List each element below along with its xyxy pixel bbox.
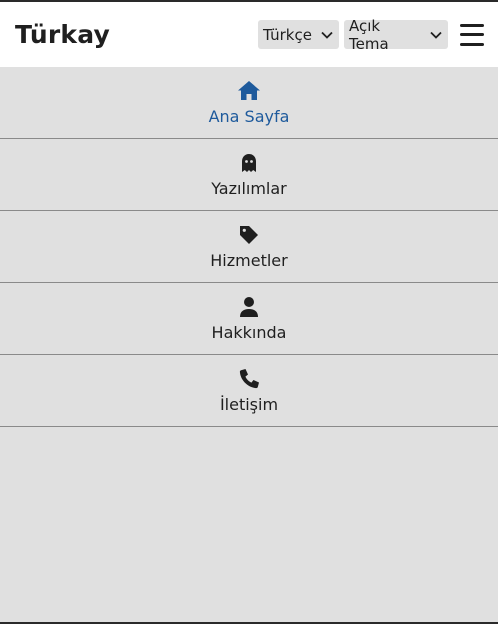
nav-item-hizmetler[interactable]: Hizmetler — [0, 211, 498, 283]
nav-item-hakkinda[interactable]: Hakkında — [0, 283, 498, 355]
header-controls: Türkçe Açık Tema — [258, 17, 486, 53]
language-select-value: Türkçe — [263, 25, 312, 44]
tag-icon — [239, 224, 259, 246]
nav-item-label: Yazılımlar — [211, 178, 287, 198]
nav-item-label: Hizmetler — [210, 250, 288, 270]
theme-select[interactable]: Açık Tema — [344, 17, 448, 53]
main-nav: Ana Sayfa Yazılımlar Hizmetler Hakkında … — [0, 67, 498, 427]
nav-item-label: Ana Sayfa — [208, 106, 290, 126]
site-title[interactable]: Türkay — [15, 20, 110, 49]
nav-item-label: Hakkında — [211, 322, 287, 342]
home-icon — [237, 80, 261, 102]
nav-item-yazilimlar[interactable]: Yazılımlar — [0, 139, 498, 211]
ghost-icon — [241, 152, 257, 174]
language-select[interactable]: Türkçe — [258, 20, 339, 49]
hamburger-menu-icon[interactable] — [458, 21, 486, 49]
user-icon — [239, 296, 259, 318]
nav-item-ana-sayfa[interactable]: Ana Sayfa — [0, 67, 498, 139]
nav-item-label: İletişim — [219, 394, 279, 414]
nav-item-iletisim[interactable]: İletişim — [0, 355, 498, 427]
chevron-down-icon — [430, 31, 442, 39]
theme-select-value: Açık Tema — [349, 16, 389, 53]
phone-icon — [239, 368, 260, 390]
chevron-down-icon — [321, 31, 333, 39]
site-header: Türkay Türkçe Açık Tema — [0, 2, 498, 67]
